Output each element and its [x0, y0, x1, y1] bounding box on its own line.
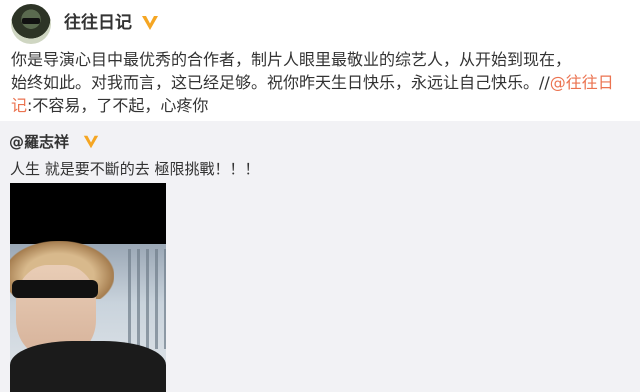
verified-v-icon: [83, 135, 99, 149]
repost-text: 人生 就是要不斷的去 極限挑戰！！！: [10, 160, 260, 178]
post-header: 往往日记: [0, 0, 640, 44]
post-text-line3: :不容易，了不起，心疼你: [27, 96, 209, 115]
photo-black-band: [10, 183, 166, 244]
author-name[interactable]: 往往日记: [64, 11, 132, 35]
repost-photo[interactable]: [10, 183, 166, 392]
photo-sunglasses: [12, 280, 98, 298]
author-avatar[interactable]: [11, 4, 51, 44]
post-text-line1: 你是导演心目中最优秀的合作者，制片人眼里最敬业的综艺人，从开始到现在，: [11, 50, 572, 69]
post-text-line2: 始终如此。对我而言，这已经足够。祝你昨天生日快乐，永远让自己快乐。//: [11, 73, 550, 92]
photo-shirt: [10, 341, 166, 392]
post-body: 你是导演心目中最优秀的合作者，制片人眼里最敬业的综艺人，从开始到现在， 始终如此…: [11, 48, 635, 117]
verified-v-icon: [142, 16, 158, 30]
repost-card: @羅志祥 人生 就是要不斷的去 極限挑戰！！！: [0, 121, 640, 392]
repost-author-link[interactable]: @羅志祥: [9, 131, 69, 153]
photo-railing: [128, 249, 166, 349]
